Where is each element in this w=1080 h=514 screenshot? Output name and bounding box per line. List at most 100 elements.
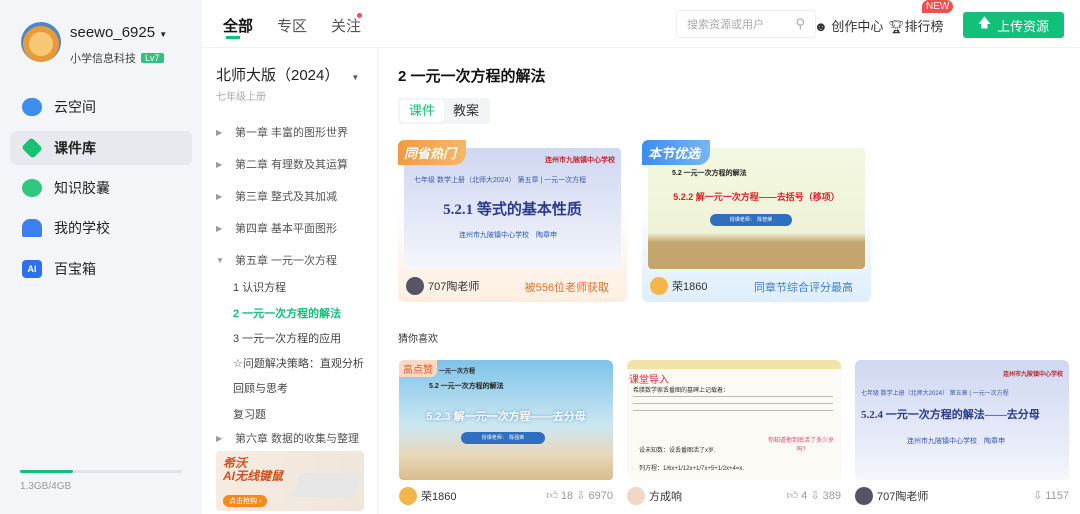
download-icon: ⇩ bbox=[576, 490, 586, 502]
sidebar-item-courseware[interactable]: 课件库 bbox=[10, 131, 192, 165]
chapter-item[interactable]: ▶ 第六章 数据的收集与整理 bbox=[216, 432, 359, 446]
chapter-item[interactable]: ▶ 第二章 有理数及其运算 bbox=[216, 156, 348, 172]
tab-courseware[interactable]: 课件 bbox=[400, 100, 444, 122]
like-icon: 👍︎ bbox=[786, 490, 799, 502]
section-item[interactable]: 1 认识方程 bbox=[233, 279, 286, 295]
tab-lesson-plan[interactable]: 教案 bbox=[444, 100, 488, 122]
tab-follow[interactable]: 关注 bbox=[331, 15, 361, 36]
level-badge: Lv7 bbox=[141, 53, 164, 63]
section-heading: 猜你喜欢 bbox=[398, 334, 438, 345]
edition-select[interactable]: 北师大版（2024） ▼ bbox=[216, 64, 359, 85]
caret-right-icon: ▶ bbox=[216, 191, 223, 201]
keyboard-image bbox=[291, 473, 363, 497]
card-note: 被556位老师获取 bbox=[524, 282, 609, 294]
tab-zone[interactable]: 专区 bbox=[277, 15, 307, 36]
caret-right-icon: ▶ bbox=[216, 159, 223, 169]
upload-arrow-icon: 🡅 bbox=[977, 15, 992, 30]
creator-icon: ☻ bbox=[814, 19, 828, 34]
org-label: 小学信息科技 bbox=[70, 53, 136, 65]
chapter-item[interactable]: ▶ 第一章 丰富的图形世界 bbox=[216, 124, 348, 140]
card-author[interactable]: 707陶老师 bbox=[855, 487, 928, 505]
creator-center-link[interactable]: ☻ 创作中心 bbox=[814, 16, 883, 35]
chapter-item[interactable]: ▶ 第三章 整式及其加减 bbox=[216, 188, 337, 204]
courseware-thumbnail: 课堂导入 希腊数学家丢番图的墓碑上记载着： 你知道他到底活了多少岁吗? 设未知数… bbox=[627, 360, 841, 480]
caret-right-icon: ▶ bbox=[216, 223, 223, 233]
nav-label: 课件库 bbox=[54, 140, 96, 156]
nav-label: 我的学校 bbox=[54, 220, 110, 236]
recommend-card[interactable]: 连州市九陂镇中心学校 七年级 数学上册（北师大2024） 第五章 | 一元一次方… bbox=[855, 360, 1069, 514]
user-avatar bbox=[399, 487, 417, 505]
featured-card[interactable]: 连州市九陂镇中心学校 七年级 数学上册（北师大2024） 第五章 | 一元一次方… bbox=[398, 140, 627, 302]
tag-badge: 同省热门 bbox=[398, 140, 467, 165]
cloud-icon bbox=[22, 98, 42, 116]
upload-button[interactable]: 🡅 上传资源 bbox=[963, 12, 1064, 38]
tab-all[interactable]: 全部 bbox=[223, 15, 253, 36]
download-icon: ⇩ bbox=[1033, 490, 1043, 502]
ad-buy-button[interactable]: 点击抢购 › bbox=[223, 495, 268, 507]
section-item[interactable]: 复习题 bbox=[233, 406, 266, 422]
courseware-icon bbox=[21, 137, 43, 159]
card-stats: ⇩ 1157 bbox=[1033, 490, 1069, 502]
search-icon[interactable]: ⚲ bbox=[795, 16, 805, 32]
card-stats: 👍︎ 4 ⇩ 389 bbox=[786, 490, 841, 502]
ranking-label: 排行榜 bbox=[904, 19, 944, 34]
top-bar: 全部 专区 关注 搜索资源或用户 ⚲ ☻ 创作中心 🏆︎排行榜 NEW 🡅 上传资源 bbox=[202, 0, 1080, 48]
section-item[interactable]: 3 一元一次方程的应用 bbox=[233, 330, 341, 346]
storage-text: 1.3GB/4GB bbox=[20, 481, 72, 492]
section-item-active[interactable]: 2 一元一次方程的解法 bbox=[233, 305, 341, 321]
card-author[interactable]: 方成响 bbox=[627, 487, 682, 505]
user-avatar bbox=[627, 487, 645, 505]
courseware-thumbnail: 一元一次方程 5.2 一元一次方程的解法 5.2.3 解一元一次方程——去分母 … bbox=[399, 360, 613, 480]
storage-bar bbox=[20, 470, 182, 473]
featured-card[interactable]: 5.2 一元一次方程的解法 5.2.2 解一元一次方程——去括号（移项） 授课老… bbox=[642, 140, 871, 302]
nav-label: 知识胶囊 bbox=[54, 180, 110, 196]
ad-subtitle: AI无线键鼠 bbox=[223, 469, 284, 483]
avatar[interactable] bbox=[21, 22, 61, 62]
user-avatar bbox=[855, 487, 873, 505]
chapter-item[interactable]: ▶ 第四章 基本平面图形 bbox=[216, 220, 337, 236]
recommend-card[interactable]: 课堂导入 希腊数学家丢番图的墓碑上记载着： 你知道他到底活了多少岁吗? 设未知数… bbox=[627, 360, 841, 514]
search-input[interactable]: 搜索资源或用户 ⚲ bbox=[676, 10, 816, 38]
courseware-thumbnail: 连州市九陂镇中心学校 七年级 数学上册（北师大2024） 第五章 | 一元一次方… bbox=[855, 360, 1069, 480]
courseware-thumbnail: 连州市九陂镇中心学校 七年级 数学上册（北师大2024） 第五章 | 一元一次方… bbox=[404, 148, 621, 269]
tag-badge: 本节优选 bbox=[642, 140, 711, 165]
caret-down-icon: ▼ bbox=[216, 255, 224, 265]
user-menu[interactable]: seewo_6925 ▼ bbox=[70, 24, 167, 41]
sidebar-item-school[interactable]: 我的学校 bbox=[10, 211, 192, 245]
capsule-icon bbox=[22, 179, 42, 197]
school-icon bbox=[22, 219, 42, 237]
caret-down-icon: ▼ bbox=[159, 30, 168, 39]
download-icon: ⇩ bbox=[810, 490, 820, 502]
ranking-link[interactable]: 🏆︎排行榜 bbox=[888, 16, 944, 35]
section-item[interactable]: 回顾与思考 bbox=[233, 380, 288, 396]
courseware-thumbnail: 5.2 一元一次方程的解法 5.2.2 解一元一次方程——去括号（移项） 授课老… bbox=[648, 148, 865, 269]
storage-fill bbox=[20, 470, 73, 473]
user-avatar bbox=[650, 277, 668, 295]
sidebar: seewo_6925 ▼ 小学信息科技 Lv7 云空间 课件库 知识胶囊 我的学校… bbox=[0, 0, 202, 514]
card-author[interactable]: 707陶老师 bbox=[406, 277, 479, 295]
nav-label: 云空间 bbox=[54, 99, 96, 115]
sidebar-item-toolbox[interactable]: AI 百宝箱 bbox=[10, 252, 192, 286]
type-tabs: 课件 教案 bbox=[398, 98, 490, 124]
user-avatar bbox=[406, 277, 424, 295]
sidebar-item-capsule[interactable]: 知识胶囊 bbox=[10, 171, 192, 205]
section-item[interactable]: ☆问题解决策略：直观分析 bbox=[233, 355, 364, 371]
edition-label: 北师大版（2024） bbox=[216, 67, 340, 84]
user-org: 小学信息科技 Lv7 bbox=[70, 50, 164, 66]
page-title: 2 一元一次方程的解法 bbox=[398, 68, 546, 85]
grade-label: 七年级上册 bbox=[216, 92, 266, 103]
card-author[interactable]: 荣1860 bbox=[399, 487, 456, 505]
like-icon: 👍︎ bbox=[546, 490, 558, 502]
card-stats: 👍︎ 18 ⇩ 6970 bbox=[546, 490, 613, 502]
card-author[interactable]: 荣1860 bbox=[650, 277, 707, 295]
sidebar-item-cloud[interactable]: 云空间 bbox=[10, 90, 192, 124]
catalog-panel: 北师大版（2024） ▼ 七年级上册 ▶ 第一章 丰富的图形世界 ▶ 第二章 有理数及… bbox=[202, 48, 378, 514]
notification-dot bbox=[357, 13, 362, 18]
upload-label: 上传资源 bbox=[997, 18, 1050, 34]
recommend-card[interactable]: 一元一次方程 5.2 一元一次方程的解法 5.2.3 解一元一次方程——去分母 … bbox=[399, 360, 613, 514]
nav-label: 百宝箱 bbox=[54, 261, 96, 277]
chapter-item-expanded[interactable]: ▼ 第五章 一元一次方程 bbox=[216, 252, 337, 268]
caret-right-icon: ▶ bbox=[216, 434, 223, 443]
trophy-icon: 🏆︎ bbox=[888, 19, 905, 34]
ad-banner[interactable]: 希沃 AI无线键鼠 点击抢购 › bbox=[216, 451, 364, 511]
